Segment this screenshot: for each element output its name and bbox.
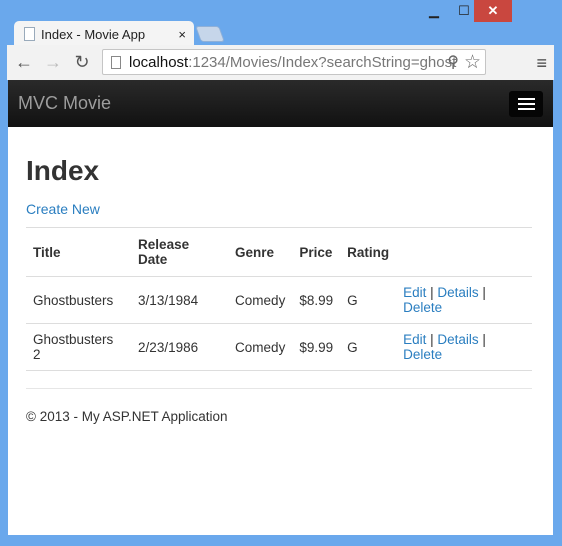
url-host: localhost [129, 53, 189, 71]
column-header: Genre [228, 227, 293, 277]
cell-rating: G [340, 276, 397, 324]
create-new-link[interactable]: Create New [26, 201, 532, 217]
cell-genre: Comedy [228, 323, 293, 371]
zoom-icon[interactable]: ⚲ [447, 52, 459, 72]
edit-link[interactable]: Edit [403, 332, 426, 347]
brand-link[interactable]: MVC Movie [18, 93, 509, 114]
cell-rating: G [340, 323, 397, 371]
movies-table: Title Release Date Genre Price Rating Gh… [26, 227, 532, 371]
cell-actions: Edit | Details | Delete [396, 323, 532, 371]
new-tab-button[interactable] [195, 26, 225, 42]
browser-tab[interactable]: Index - Movie App × [14, 21, 194, 47]
forward-icon[interactable]: → [41, 52, 65, 73]
separator: | [426, 285, 438, 300]
minimize-button[interactable]: ▁ [420, 0, 448, 22]
separator: | [478, 285, 486, 300]
url-path: :1234/Movies/Index?searchString=ghost [188, 53, 457, 71]
column-header: Rating [340, 227, 397, 277]
details-link[interactable]: Details [437, 332, 478, 347]
cell-genre: Comedy [228, 276, 293, 324]
browser-toolbar: ← → ↻ localhost:1234/Movies/Index?search… [7, 45, 554, 80]
back-icon[interactable]: ← [12, 52, 36, 73]
reload-icon[interactable]: ↻ [70, 52, 94, 73]
page-icon [24, 27, 35, 41]
delete-link[interactable]: Delete [403, 347, 442, 362]
page-title: Index [26, 155, 100, 186]
menu-icon[interactable]: ≡ [536, 53, 547, 74]
table-row: Ghostbusters 2 2/23/1986 Comedy $9.99 G … [26, 323, 532, 371]
cell-title: Ghostbusters [26, 276, 132, 324]
navbar: MVC Movie [8, 80, 553, 127]
cell-price: $8.99 [292, 276, 341, 324]
cell-price: $9.99 [292, 323, 341, 371]
column-header: Title [26, 227, 132, 277]
cell-date: 2/23/1986 [131, 323, 229, 371]
cell-title: Ghostbusters 2 [26, 323, 132, 371]
column-header: Price [292, 227, 341, 277]
column-header: Release Date [131, 227, 229, 277]
delete-link[interactable]: Delete [403, 300, 442, 315]
star-icon[interactable]: ☆ [464, 51, 481, 74]
edit-link[interactable]: Edit [403, 285, 426, 300]
page-icon [111, 55, 121, 69]
footer-text: © 2013 - My ASP.NET Application [26, 409, 228, 424]
separator: | [478, 332, 486, 347]
tab-title: Index - Movie App [41, 26, 146, 42]
cell-date: 3/13/1984 [131, 276, 229, 324]
table-row: Ghostbusters 3/13/1984 Comedy $8.99 G Ed… [26, 276, 532, 324]
address-bar[interactable]: localhost:1234/Movies/Index?searchString… [102, 49, 486, 75]
cell-actions: Edit | Details | Delete [396, 276, 532, 324]
details-link[interactable]: Details [437, 285, 478, 300]
close-window-button[interactable]: ✕ [474, 0, 512, 22]
navbar-toggle-button[interactable] [509, 90, 543, 117]
tab-close-icon[interactable]: × [178, 27, 186, 42]
separator: | [426, 332, 438, 347]
column-header [396, 227, 532, 277]
main-content: Index Create New Title Release Date Genr… [8, 127, 553, 535]
divider [26, 388, 532, 389]
